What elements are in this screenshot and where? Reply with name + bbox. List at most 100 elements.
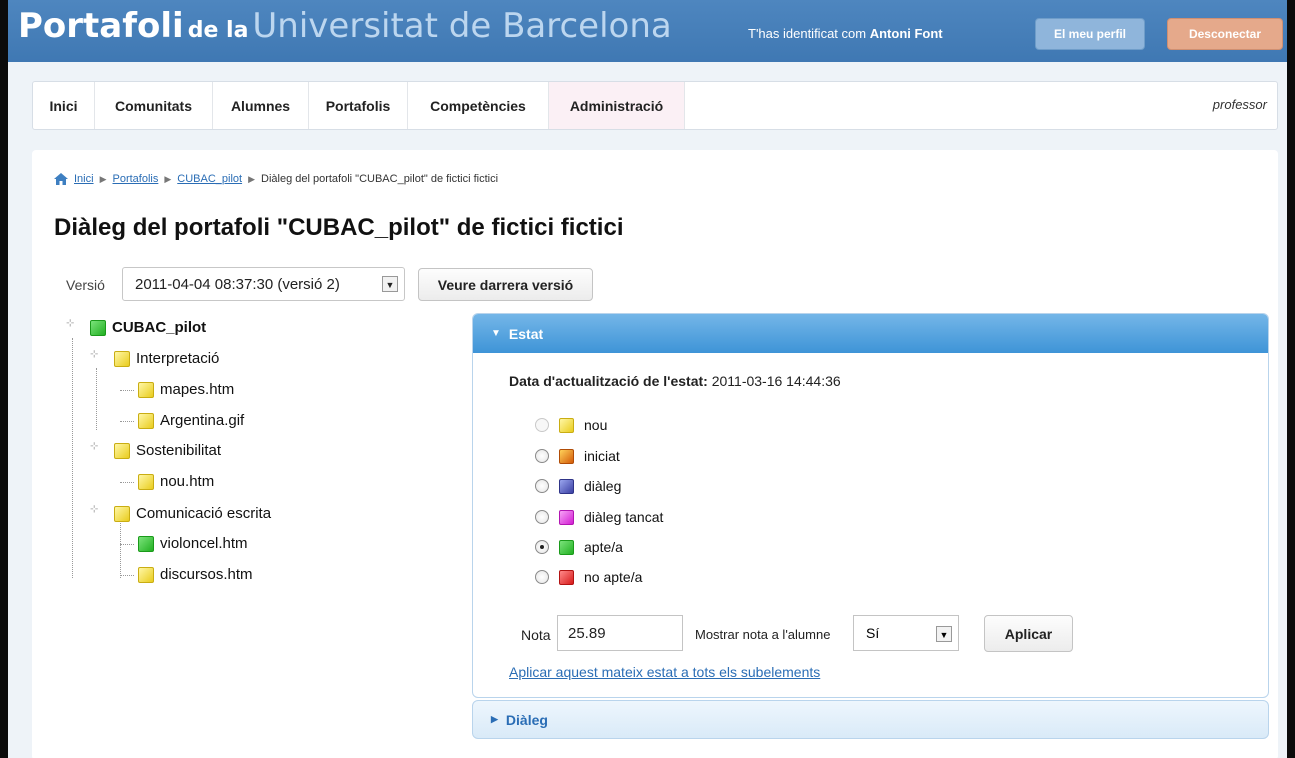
page-title: Diàleg del portafoli "CUBAC_pilot" de fi… [54,214,624,241]
status-yellow-icon [114,505,130,522]
tree-expander-icon[interactable]: ⊹ [90,441,98,452]
apply-button[interactable]: Aplicar [984,615,1073,652]
tree-node-label: nou.htm [160,473,215,490]
tree-node-comunicacio[interactable]: Comunicació escrita [114,505,271,522]
status-blue-icon [559,478,574,494]
status-option-nou[interactable]: nou [535,417,607,433]
status-option-label: no apte/a [584,569,643,585]
apply-to-all-link[interactable]: Aplicar aquest mateix estat a tots els s… [509,664,820,680]
tree-node-interpretacio[interactable]: Interpretació [114,350,219,367]
radio-button[interactable] [535,479,549,493]
tree-node-label: Sostenibilitat [136,442,222,459]
estat-panel: ▼ Estat Data d'actualització de l'estat:… [472,313,1269,698]
tree-node-label: Interpretació [136,350,220,367]
version-select[interactable]: 2011-04-04 08:37:30 (versió 2) ▼ [122,267,405,301]
radio-button[interactable] [535,418,549,432]
dialeg-panel-header[interactable]: ▶ Diàleg [472,700,1269,739]
tree-node-label: mapes.htm [160,381,235,398]
triangle-down-icon: ▼ [491,328,501,339]
home-icon[interactable] [54,173,68,185]
site-logo[interactable]: Portafoli de la Universitat de Barcelona [18,6,672,46]
nav-item-comunitats[interactable]: Comunitats [95,82,213,129]
identity-user: Antoni Font [869,26,943,41]
tree-guide-line [120,482,134,483]
nota-label: Nota [521,627,551,643]
tree-node-discursos[interactable]: discursos.htm [138,566,253,583]
tree-expander-icon[interactable]: ⊹ [90,504,98,515]
site-header: Portafoli de la Universitat de Barcelona T… [8,0,1287,62]
tree-node-nou[interactable]: nou.htm [138,473,214,490]
status-option-iniciat[interactable]: iniciat [535,448,620,464]
status-option-no-apte[interactable]: no apte/a [535,569,642,585]
status-option-dialeg-tancat[interactable]: diàleg tancat [535,509,663,525]
radio-button[interactable] [535,449,549,463]
status-option-apte[interactable]: apte/a [535,539,623,555]
estat-date-label: Data d'actualització de l'estat: [509,373,708,389]
status-yellow-icon [138,473,154,490]
show-grade-select[interactable]: Sí ▼ [853,615,959,651]
breadcrumb-separator: ▶ [164,173,172,184]
status-green-icon [559,539,574,555]
browser-page: Portafoli de la Universitat de Barcelona T… [8,0,1287,758]
main-nav: Inici Comunitats Alumnes Portafolis Comp… [32,81,1278,130]
tree-node-label: Argentina.gif [160,412,245,429]
status-option-dialeg[interactable]: diàleg [535,478,621,494]
status-yellow-icon [114,442,130,459]
brand-de-la: de la [187,18,249,43]
nav-item-alumnes[interactable]: Alumnes [213,82,309,129]
show-grade-value: Sí [866,625,880,641]
status-yellow-icon [138,566,154,583]
estat-date: Data d'actualització de l'estat: 2011-03… [509,373,841,389]
brand-portafoli: Portafoli [18,6,184,46]
tree-guide-line [120,523,121,578]
version-value: 2011-04-04 08:37:30 (versió 2) [135,275,340,293]
tree-expander-icon[interactable]: ⊹ [90,349,98,360]
tree-node-sostenibilitat[interactable]: Sostenibilitat [114,442,221,459]
tree-node-label: CUBAC_pilot [112,319,207,336]
tree-node-label: Comunicació escrita [136,505,272,522]
identity-text: T'has identificat com Antoni Font [748,26,943,41]
breadcrumb-inici[interactable]: Inici [74,173,94,185]
tree-node-label: violoncel.htm [160,535,248,552]
breadcrumb-separator: ▶ [248,173,255,184]
tree-expander-icon[interactable]: ⊹ [66,318,74,329]
radio-button-selected[interactable] [535,540,549,554]
view-latest-version-button[interactable]: Veure darrera versió [418,268,593,301]
status-yellow-icon [138,412,154,429]
status-green-icon [138,535,154,552]
tree-node-root[interactable]: CUBAC_pilot [90,319,206,336]
estat-date-value: 2011-03-16 14:44:36 [711,373,841,389]
logout-button[interactable]: Desconectar [1167,18,1283,50]
radio-button[interactable] [535,570,549,584]
user-role: professor [1212,97,1267,112]
tree-node-mapes[interactable]: mapes.htm [138,381,234,398]
tree-node-label: discursos.htm [160,566,253,583]
status-option-label: diàleg [584,478,622,494]
status-green-icon [90,319,106,336]
tree-guide-line [72,338,73,578]
status-yellow-icon [138,381,154,398]
nav-item-administracio[interactable]: Administració [549,82,685,129]
nav-item-inici[interactable]: Inici [33,82,95,129]
tree-guide-line [120,421,134,422]
nav-item-competencies[interactable]: Competències [408,82,549,129]
breadcrumb-cubac-pilot[interactable]: CUBAC_pilot [177,173,242,185]
breadcrumb-separator: ▶ [99,173,107,184]
radio-button[interactable] [535,510,549,524]
estat-panel-header[interactable]: ▼ Estat [473,314,1268,353]
breadcrumb-portafolis[interactable]: Portafolis [112,173,158,185]
identity-prefix: T'has identificat com [748,26,867,41]
tree-node-argentina[interactable]: Argentina.gif [138,412,244,429]
tree-guide-line [120,544,134,545]
tree-guide-line [96,368,97,430]
status-option-label: iniciat [584,448,620,464]
tree-node-violoncel[interactable]: violoncel.htm [138,535,248,552]
status-red-icon [559,569,574,585]
status-magenta-icon [559,509,574,525]
nav-item-portafolis[interactable]: Portafolis [309,82,408,129]
brand-university: Universitat de Barcelona [252,6,672,46]
dialeg-header-label: Diàleg [505,711,548,728]
nota-input[interactable] [557,615,683,651]
my-profile-button[interactable]: El meu perfil [1035,18,1145,50]
chevron-down-icon: ▼ [382,276,398,292]
